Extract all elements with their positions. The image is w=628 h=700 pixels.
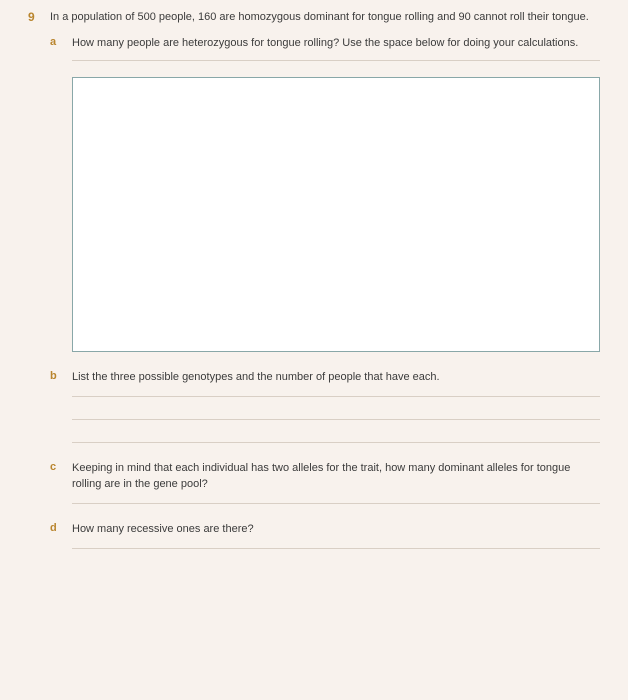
part-c: c Keeping in mind that each individual h… xyxy=(50,461,600,504)
worksheet-page: 9 In a population of 500 people, 160 are… xyxy=(0,0,628,589)
answer-rule xyxy=(72,419,600,420)
answer-rule xyxy=(72,503,600,504)
part-d-text: How many recessive ones are there? xyxy=(72,522,600,538)
answer-rule xyxy=(72,442,600,443)
answer-rule xyxy=(72,396,600,397)
part-letter-d: d xyxy=(50,522,57,534)
question-text: In a population of 500 people, 160 are h… xyxy=(50,10,600,26)
answer-lines[interactable] xyxy=(72,396,600,443)
part-c-text: Keeping in mind that each individual has… xyxy=(72,461,600,493)
part-b: b List the three possible genotypes and … xyxy=(50,370,600,443)
calculation-box[interactable] xyxy=(72,77,600,352)
part-letter-a: a xyxy=(50,36,56,48)
answer-lines[interactable] xyxy=(72,503,600,504)
part-a-text: How many people are heterozygous for ton… xyxy=(72,36,600,52)
part-a: a How many people are heterozygous for t… xyxy=(50,36,600,352)
question-9: 9 In a population of 500 people, 160 are… xyxy=(28,10,600,549)
question-number: 9 xyxy=(28,10,35,24)
part-letter-b: b xyxy=(50,370,57,382)
part-letter-c: c xyxy=(50,461,56,473)
question-parts: a How many people are heterozygous for t… xyxy=(50,36,600,549)
answer-lines[interactable] xyxy=(72,548,600,549)
part-b-text: List the three possible genotypes and th… xyxy=(72,370,600,386)
answer-rule xyxy=(72,548,600,549)
part-d: d How many recessive ones are there? xyxy=(50,522,600,549)
answer-rule xyxy=(72,60,600,61)
